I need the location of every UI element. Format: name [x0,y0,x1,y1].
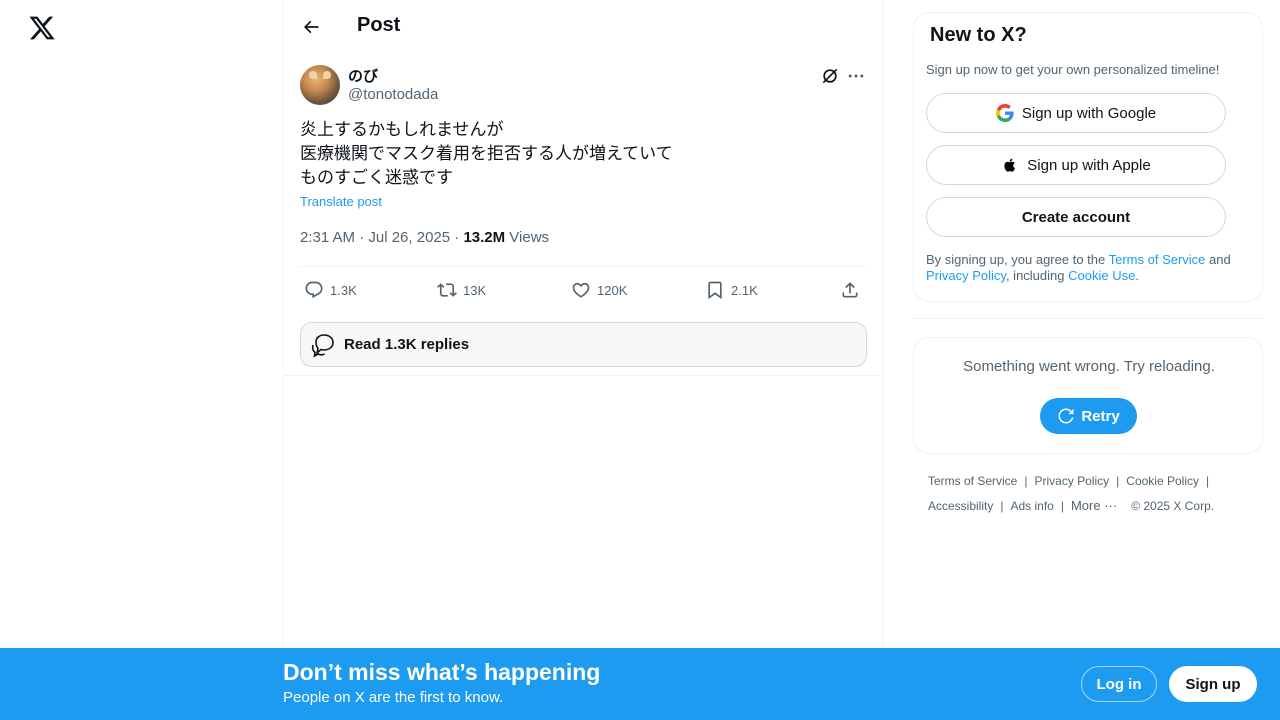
user-handle[interactable]: @tonotodada [348,86,438,103]
tweet-text-line: 炎上するかもしれませんが [300,120,504,139]
share-icon [842,282,858,298]
repost-button[interactable]: 13K [437,277,486,303]
main-column: Post のび @tonotodada 炎上するかもしれませんが 医療機関でマス… [283,0,884,720]
tweet-text: 炎上するかもしれませんが 医療機関でマスク着用を拒否する人が増えていて ものすご… [300,118,860,190]
back-button[interactable] [298,14,324,40]
tweet-actions: 1.3K 13K 120K 2.1K [300,277,866,303]
new-to-x-subtitle: Sign up now to get your own personalized… [926,62,1220,77]
share-button[interactable] [840,277,866,303]
footer-accessibility-link[interactable]: Accessibility [928,499,993,513]
display-name[interactable]: のび [348,65,378,86]
reply-button[interactable]: 1.3K [304,277,357,303]
tweet-meta: 2:31 AM · Jul 26, 2025 · 13.2M Views [300,229,549,246]
back-arrow-icon [303,20,319,34]
sign-up-apple-label: Sign up with Apple [1027,156,1151,174]
banner-subtitle: People on X are the first to know. [283,689,504,706]
terms-text: , including [1005,268,1069,283]
more-options-icon[interactable] [846,66,866,86]
sign-up-apple-button[interactable]: Sign up with Apple [926,145,1226,185]
error-card: Something went wrong. Try reloading. Ret… [913,337,1263,454]
bookmark-button[interactable]: 2.1K [705,277,758,303]
post-header: Post [284,0,884,53]
views-label: Views [505,229,550,246]
x-logo-icon[interactable] [28,14,56,42]
tweet: のび @tonotodada 炎上するかもしれませんが 医療機関でマスク着用を拒… [284,53,884,376]
create-account-button[interactable]: Create account [926,197,1226,237]
error-message: Something went wrong. Try reloading. [963,358,1215,375]
google-icon [995,104,1014,122]
log-in-button[interactable]: Log in [1081,666,1157,702]
read-replies-label: Read 1.3K replies [344,336,470,353]
terms-text: . [1135,268,1139,283]
refresh-icon [1058,408,1074,424]
divider [913,318,1263,319]
new-to-x-card: New to X? Sign up now to get your own pe… [913,12,1263,302]
footer-privacy-link[interactable]: Privacy Policy [1034,474,1109,488]
grok-icon[interactable] [820,66,840,86]
reply-count: 1.3K [330,282,357,298]
footer-ads-link[interactable]: Ads info [1010,499,1053,513]
terms-text: and [1205,252,1231,267]
like-count: 120K [597,282,628,298]
new-to-x-title: New to X? [930,24,1027,46]
bookmark-icon [708,281,722,300]
terms-notice: By signing up, you agree to the Terms of… [926,252,1246,284]
banner-title: Don’t miss what’s happening [283,659,601,685]
reply-icon [305,281,323,299]
bookmark-count: 2.1K [731,282,758,298]
sign-up-button[interactable]: Sign up [1169,666,1257,702]
page-title: Post [357,14,401,36]
speech-bubbles-icon [311,333,334,358]
tweet-text-line: ものすごく迷惑です [300,168,453,187]
copyright: © 2025 X Corp. [1131,499,1215,513]
retry-label: Retry [1081,407,1120,425]
terms-of-service-link[interactable]: Terms of Service [1109,252,1206,267]
sign-up-google-button[interactable]: Sign up with Google [926,93,1226,133]
sign-up-google-label: Sign up with Google [1021,104,1157,122]
repost-icon [437,283,457,297]
footer-more-button[interactable]: More ··· [1071,498,1117,513]
read-replies-button[interactable]: Read 1.3K replies [300,322,867,367]
translate-post-link[interactable]: Translate post [300,194,382,209]
heart-icon [572,282,590,298]
create-account-label: Create account [1021,208,1131,226]
retry-button[interactable]: Retry [1040,398,1137,434]
footer-cookie-link[interactable]: Cookie Policy [1126,474,1199,488]
like-button[interactable]: 120K [571,277,627,303]
divider [300,266,866,267]
repost-count: 13K [463,282,487,298]
tweet-timestamp[interactable]: 2:31 AM · Jul 26, 2025 · [300,229,463,246]
footer-terms-link[interactable]: Terms of Service [928,474,1017,488]
avatar[interactable] [300,65,340,105]
views-count: 13.2M [463,229,506,246]
left-nav [0,0,283,720]
tweet-text-line: 医療機関でマスク着用を拒否する人が増えていて [300,144,673,163]
cookie-use-link[interactable]: Cookie Use [1068,268,1135,283]
privacy-policy-link[interactable]: Privacy Policy [926,268,1006,283]
terms-text: By signing up, you agree to the [926,252,1109,267]
apple-icon [1004,158,1016,172]
signup-banner: Don’t miss what’s happening People on X … [0,648,1280,720]
